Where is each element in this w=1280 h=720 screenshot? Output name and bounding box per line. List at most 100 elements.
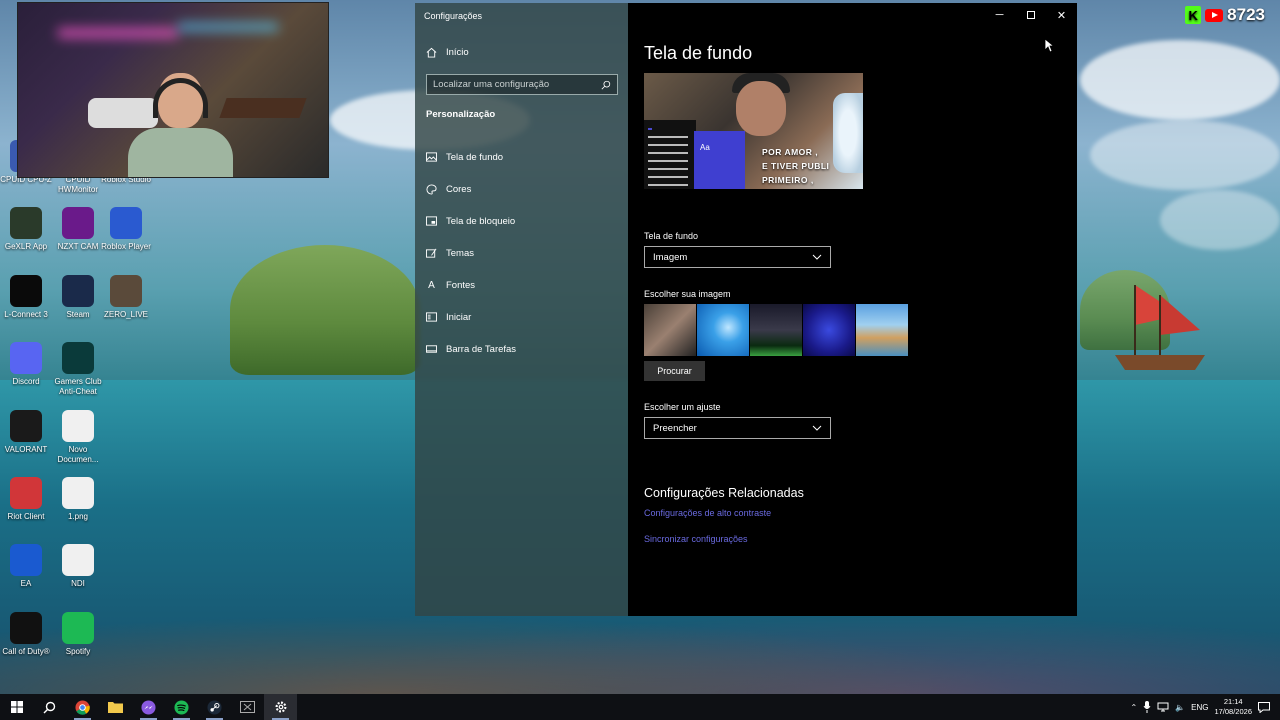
- desktop-icon-label: NDI: [71, 579, 85, 588]
- desktop-icon[interactable]: NDI: [52, 544, 104, 589]
- nav-item-fonts[interactable]: A Fontes: [415, 269, 628, 301]
- pirate-ship-illustration: [1115, 285, 1205, 370]
- desktop-icon-label: Call of Duty®: [2, 647, 50, 656]
- nav-item-lock-screen[interactable]: Tela de bloqueio: [415, 205, 628, 237]
- chevron-down-icon: [812, 252, 822, 263]
- preview-tile-label: Aa: [700, 143, 710, 152]
- background-type-value: Imagem: [653, 251, 688, 263]
- taskbar-spotify[interactable]: [165, 694, 198, 720]
- close-button[interactable]: ✕: [1046, 3, 1077, 27]
- app-icon: [10, 342, 42, 374]
- desktop-icon[interactable]: VALORANT: [0, 410, 52, 455]
- settings-window: Configurações Início Personalização Tela…: [415, 3, 1077, 616]
- recent-image-thumbnail[interactable]: [803, 304, 855, 356]
- taskbar-search-button[interactable]: [33, 694, 66, 720]
- browse-button[interactable]: Procurar: [644, 361, 705, 381]
- desktop-icon[interactable]: Riot Client: [0, 477, 52, 522]
- nav-item-taskbar[interactable]: Barra de Tarefas: [415, 333, 628, 365]
- settings-main-pane: ─ ✕ Tela de fundo Aa POR AMOR , E TIVER …: [628, 3, 1077, 616]
- desktop-icon[interactable]: Discord: [0, 342, 52, 387]
- desktop-icon-label: VALORANT: [4, 445, 48, 454]
- taskbar-xbox-app[interactable]: [231, 694, 264, 720]
- nav-item-label: Cores: [446, 183, 472, 195]
- nav-item-background[interactable]: Tela de fundo: [415, 141, 628, 173]
- recent-image-thumbnail[interactable]: [644, 304, 696, 356]
- settings-nav-pane: Configurações Início Personalização Tela…: [415, 3, 628, 616]
- volume-icon[interactable]: 🔈: [1175, 703, 1185, 712]
- desktop-icon[interactable]: NZXT CAM: [52, 207, 104, 252]
- palette-icon: [426, 183, 437, 195]
- nav-home-link[interactable]: Início: [426, 47, 469, 58]
- settings-search-input[interactable]: [433, 79, 593, 90]
- taskbar-chrome[interactable]: [66, 694, 99, 720]
- language-indicator[interactable]: ENG: [1191, 703, 1208, 712]
- recent-images: [644, 304, 908, 356]
- taskbar-file-explorer[interactable]: [99, 694, 132, 720]
- fit-value: Preencher: [653, 422, 697, 434]
- close-icon: ✕: [1056, 9, 1067, 22]
- gear-icon: [275, 701, 286, 713]
- preview-start-tiles: Aa: [694, 131, 745, 189]
- desktop-icon-label: GeXLR App: [4, 242, 48, 251]
- desktop-icon[interactable]: GeXLR App: [0, 207, 52, 252]
- minimize-button[interactable]: ─: [984, 3, 1015, 27]
- related-settings-title: Configurações Relacionadas: [644, 486, 804, 500]
- desktop-icon[interactable]: Call of Duty®: [0, 612, 52, 657]
- search-icon: [43, 701, 56, 713]
- chevron-down-icon: [812, 423, 822, 434]
- recent-image-thumbnail[interactable]: [856, 304, 908, 356]
- microphone-icon[interactable]: [1143, 701, 1151, 713]
- desktop-icon-label: L-Connect 3: [4, 310, 48, 319]
- minimize-icon: ─: [995, 9, 1004, 21]
- mouse-cursor-icon: [1044, 38, 1054, 53]
- nav-item-themes[interactable]: Temas: [415, 237, 628, 269]
- app-icon: [62, 207, 94, 239]
- taskbar-messenger[interactable]: [132, 694, 165, 720]
- clock-time: 21:14: [1223, 697, 1243, 706]
- desktop-icon[interactable]: Novo Documen...: [52, 410, 104, 465]
- settings-search-box[interactable]: [426, 74, 618, 95]
- desktop-icon[interactable]: Roblox Player: [100, 207, 152, 252]
- desktop-icon-label: Discord: [12, 377, 40, 386]
- app-icon: [62, 275, 94, 307]
- viewer-count: 8723: [1227, 5, 1265, 24]
- search-icon[interactable]: [601, 80, 611, 90]
- fit-dropdown[interactable]: Preencher: [644, 417, 831, 439]
- desktop-icon[interactable]: L-Connect 3: [0, 275, 52, 320]
- taskbar-steam[interactable]: [198, 694, 231, 720]
- desktop-icon-label: Steam: [66, 310, 90, 319]
- font-icon: A: [428, 279, 435, 291]
- app-window-icon: [240, 701, 255, 713]
- sync-settings-link[interactable]: Sincronizar configurações: [644, 534, 748, 544]
- desktop-icon[interactable]: 1.png: [52, 477, 104, 522]
- maximize-button[interactable]: [1015, 3, 1046, 27]
- nav-item-colors[interactable]: Cores: [415, 173, 628, 205]
- youtube-logo-icon: [1205, 8, 1224, 22]
- desktop-icon[interactable]: Spotify: [52, 612, 104, 657]
- start-button[interactable]: [0, 694, 33, 720]
- desktop-icon[interactable]: Gamers Club Anti-Cheat: [52, 342, 104, 397]
- desktop-icon[interactable]: EA: [0, 544, 52, 589]
- desktop-icon[interactable]: ZERO_LIVE: [100, 275, 152, 320]
- nav-item-start[interactable]: Iniciar: [415, 301, 628, 333]
- preview-overlay-text: POR AMOR , E TIVER PUBLI PRIMEIRO ,: [762, 147, 830, 185]
- home-icon: [426, 47, 437, 58]
- nav-item-label: Barra de Tarefas: [446, 343, 517, 355]
- taskbar: ⌃ 🔈 ENG 21:14 17/08/2026: [0, 694, 1280, 720]
- nav-item-label: Temas: [446, 247, 474, 259]
- taskbar-settings[interactable]: [264, 694, 297, 720]
- taskbar-icon: [426, 344, 437, 355]
- recent-image-thumbnail[interactable]: [750, 304, 802, 356]
- chevron-up-icon[interactable]: ⌃: [1130, 703, 1137, 712]
- window-controls: ─ ✕: [984, 3, 1077, 27]
- high-contrast-link[interactable]: Configurações de alto contraste: [644, 508, 771, 518]
- network-icon[interactable]: [1157, 702, 1169, 712]
- nav-item-label: Fontes: [446, 279, 476, 291]
- background-type-dropdown[interactable]: Imagem: [644, 246, 831, 268]
- stream-viewer-badge: K 8723: [1185, 5, 1265, 25]
- desktop-icon[interactable]: Steam: [52, 275, 104, 320]
- steam-icon: [207, 699, 222, 715]
- notification-icon[interactable]: [1258, 701, 1270, 713]
- clock[interactable]: 21:14 17/08/2026: [1214, 697, 1252, 717]
- recent-image-thumbnail[interactable]: [697, 304, 749, 356]
